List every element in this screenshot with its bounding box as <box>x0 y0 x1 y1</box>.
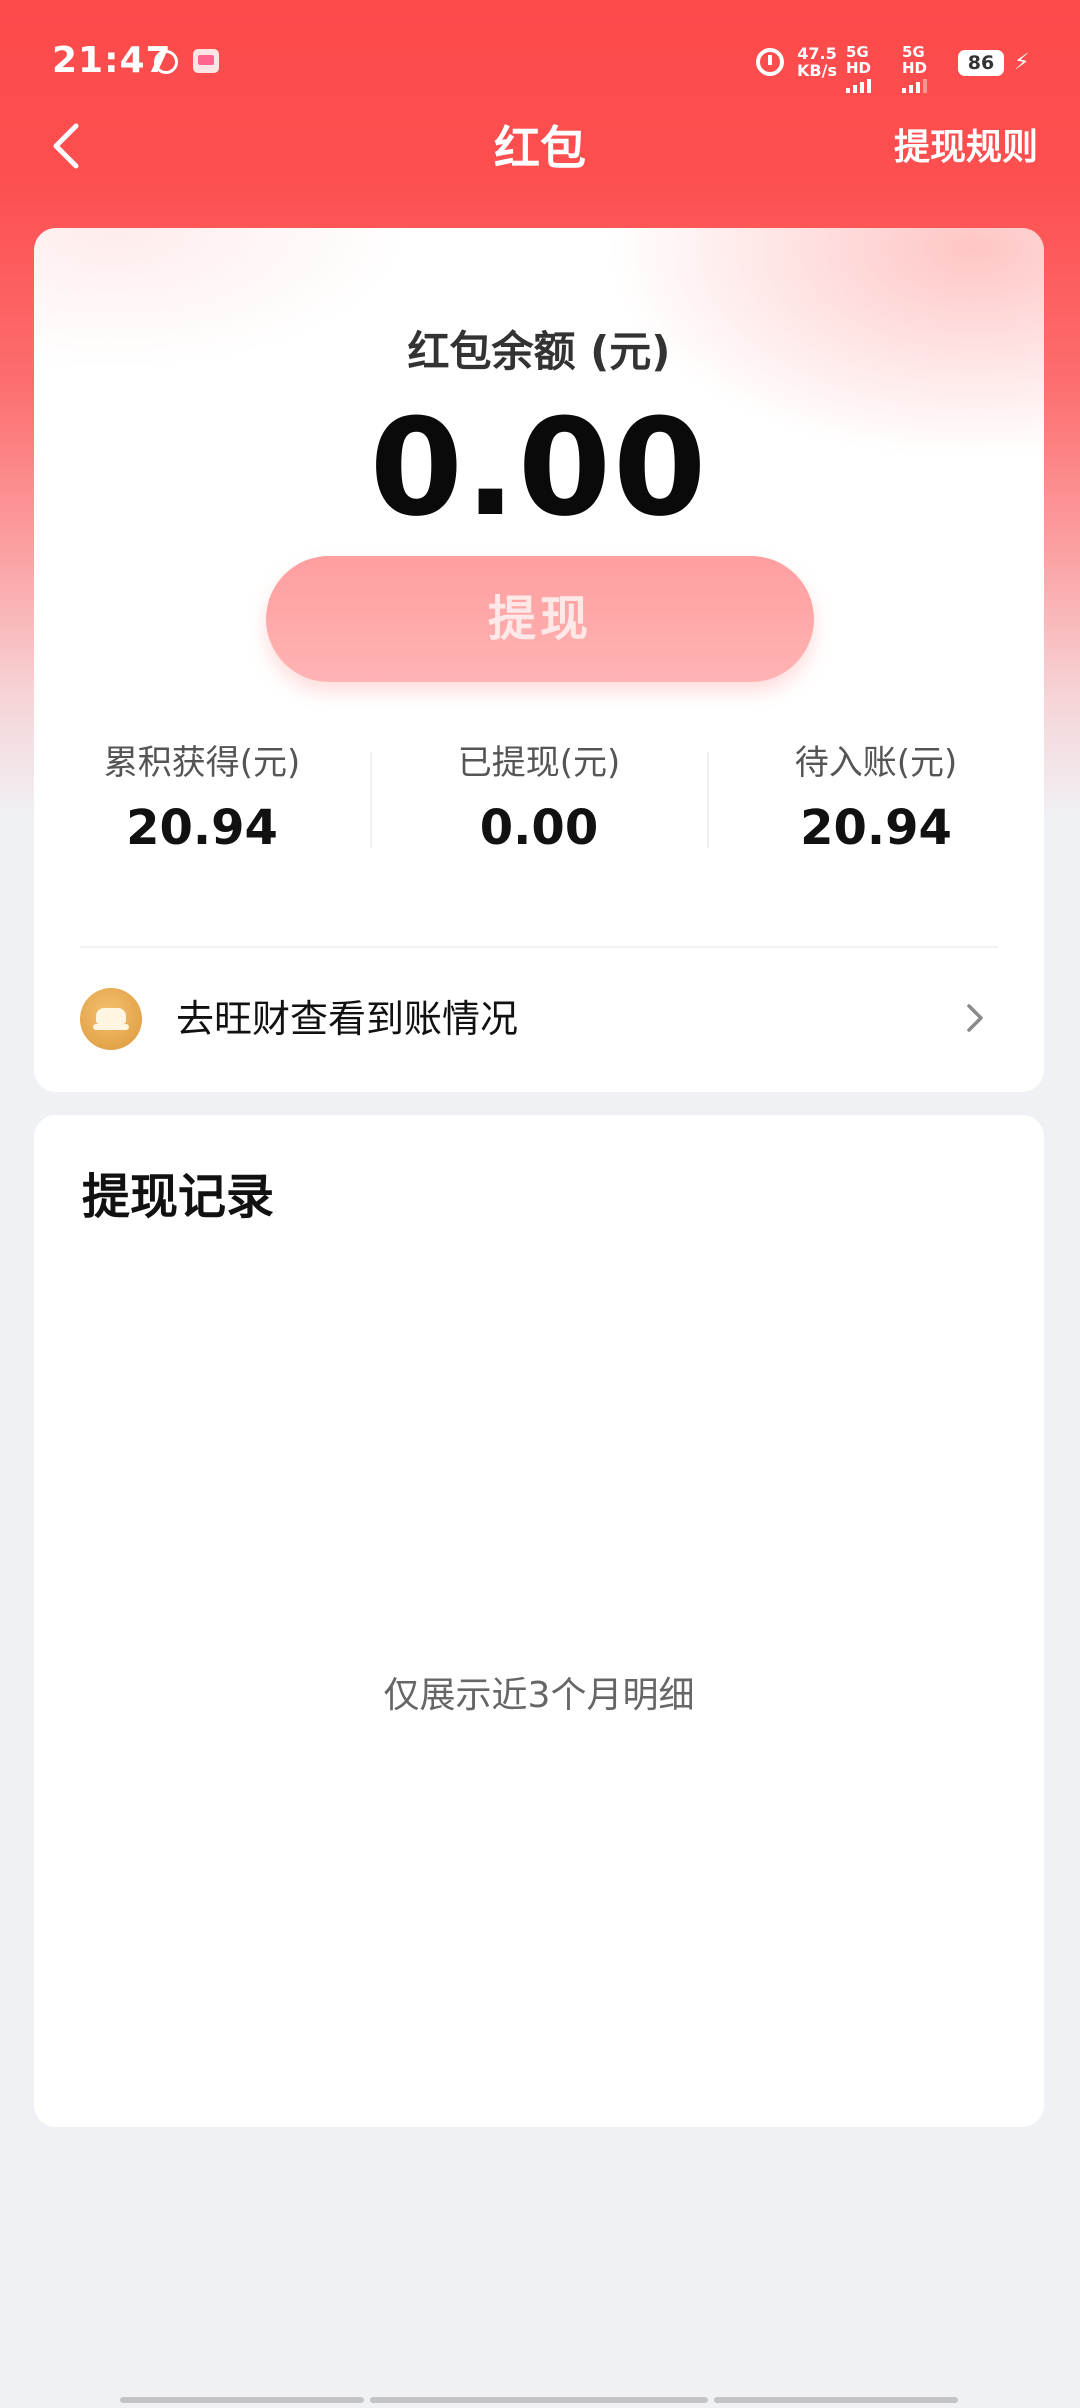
network-speed-unit: KB/s <box>797 61 837 80</box>
network-speed: 47.5 KB/s <box>795 45 839 79</box>
signal-sim2-label: 5G HD <box>902 43 928 77</box>
withdraw-rules-link[interactable]: 提现规则 <box>894 122 1038 174</box>
balance-card: 红包余额 (元) 0.00 提现 累积获得(元) 20.94 已提现(元) 0.… <box>34 228 1044 1092</box>
balance-label: 红包余额 (元) <box>407 327 671 376</box>
lightning-bolt-icon: ⚡ <box>1014 50 1030 75</box>
wangcai-link-label: 去旺财查看到账情况 <box>176 997 519 1041</box>
balance-amount: 0.00 <box>369 390 709 546</box>
signal-sim1: 5G HD <box>846 44 898 93</box>
records-title: 提现记录 <box>82 1169 275 1225</box>
gesture-bar <box>370 2397 708 2403</box>
status-bar: 21:47 47.5 KB/s 5G HD 5G HD 86 ⚡ <box>0 0 1080 130</box>
app-notification-icon <box>193 49 219 73</box>
page-title: 红包 <box>494 121 586 175</box>
divider <box>80 946 998 948</box>
gesture-bar <box>120 2397 364 2403</box>
globe-icon <box>154 50 178 74</box>
stats-row: 累积获得(元) 20.94 已提现(元) 0.00 待入账(元) 20.94 <box>34 740 1044 856</box>
chevron-left-icon <box>53 123 79 169</box>
signal-sim1-label: 5G HD <box>846 43 872 77</box>
stat-total-earned: 累积获得(元) 20.94 <box>34 740 370 856</box>
gesture-bar <box>714 2397 958 2403</box>
wangcai-status-link[interactable]: 去旺财查看到账情况 <box>34 958 1044 1078</box>
stat-withdrawn: 已提现(元) 0.00 <box>371 740 707 856</box>
chevron-right-icon <box>967 1004 983 1032</box>
signal-bars-icon <box>902 79 954 93</box>
back-button[interactable] <box>48 118 96 174</box>
stat-label: 已提现(元) <box>457 743 621 783</box>
gold-ingot-icon <box>80 988 142 1050</box>
battery-icon: 86 <box>958 50 1004 76</box>
stat-label: 待入账(元) <box>794 743 958 783</box>
alarm-clock-icon <box>756 48 784 76</box>
network-speed-value: 47.5 <box>797 44 837 63</box>
stat-value: 20.94 <box>800 800 952 856</box>
stat-label: 累积获得(元) <box>103 743 301 783</box>
withdraw-records-card: 提现记录 仅展示近3个月明细 <box>34 1115 1044 2127</box>
stat-pending: 待入账(元) 20.94 <box>708 740 1044 856</box>
signal-sim2: 5G HD <box>902 44 954 93</box>
records-empty-hint: 仅展示近3个月明细 <box>383 1675 695 1716</box>
withdraw-button[interactable]: 提现 <box>266 556 814 682</box>
stat-value: 0.00 <box>479 800 599 856</box>
signal-bars-icon <box>846 79 898 93</box>
stat-value: 20.94 <box>126 800 278 856</box>
